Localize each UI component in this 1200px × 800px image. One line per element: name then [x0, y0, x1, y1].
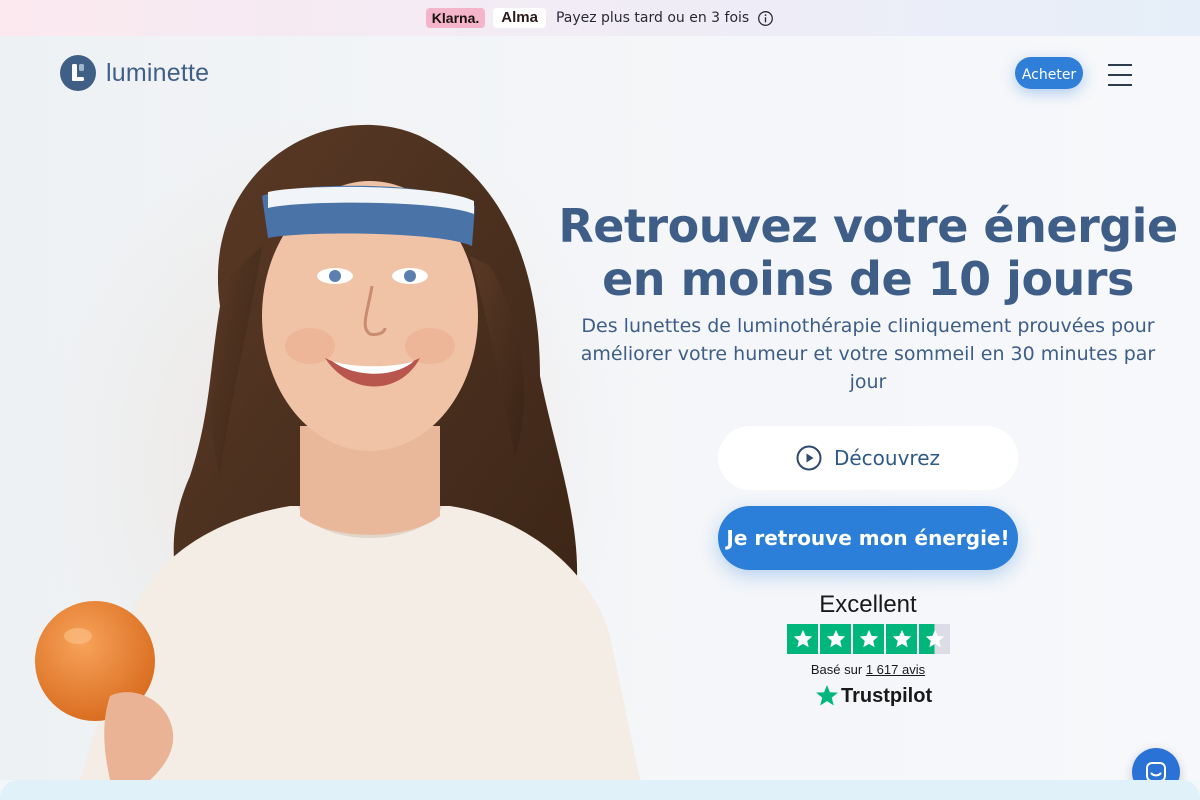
discover-label: Découvrez — [833, 446, 941, 470]
play-circle-icon — [796, 445, 822, 471]
hero-image — [35, 124, 640, 780]
star-icon — [853, 624, 884, 654]
klarna-badge: Klarna. — [425, 8, 486, 28]
hero-subhead: Des lunettes de luminothérapie cliniquem… — [580, 315, 1156, 393]
trustpilot-based-on: Basé sur 1 617 avis — [768, 662, 968, 677]
next-section-strip — [0, 780, 1200, 800]
trustpilot-brand: Trustpilot — [841, 684, 933, 707]
chat-icon — [1146, 762, 1166, 780]
hamburger-icon[interactable] — [1108, 64, 1132, 86]
trustpilot-star-icon — [816, 685, 838, 706]
star-icon — [787, 624, 818, 654]
half-star-icon — [919, 624, 950, 654]
promo-text: Payez plus tard ou en 3 fois — [555, 10, 750, 26]
logo-text: luminette — [106, 58, 210, 87]
promo-banner: Klarna. Alma Payez plus tard ou en 3 foi… — [0, 0, 1200, 36]
logo-mark-icon — [60, 55, 96, 91]
hero-headline: Retrouvez votre énergie en moins de 10 j… — [558, 199, 1178, 306]
buy-button[interactable]: Acheter — [1015, 57, 1083, 89]
alma-badge: Alma — [493, 8, 546, 28]
star-icon — [820, 624, 851, 654]
discover-button[interactable]: Découvrez — [718, 426, 1018, 490]
logo[interactable]: luminette — [60, 55, 209, 91]
trustpilot-rating-word: Excellent — [819, 591, 917, 618]
trustpilot-stars — [787, 624, 950, 654]
cta-button[interactable]: Je retrouve mon énergie! — [718, 506, 1018, 570]
star-icon — [886, 624, 917, 654]
trustpilot-logo[interactable]: Trustpilot — [815, 684, 932, 708]
chat-button[interactable] — [1132, 748, 1180, 780]
reviews-link[interactable]: 1 617 avis — [866, 662, 925, 677]
info-icon[interactable] — [757, 10, 774, 27]
based-prefix: Basé sur — [810, 662, 863, 677]
hero-section: luminette Acheter Retrouvez votre énergi… — [0, 36, 1200, 780]
